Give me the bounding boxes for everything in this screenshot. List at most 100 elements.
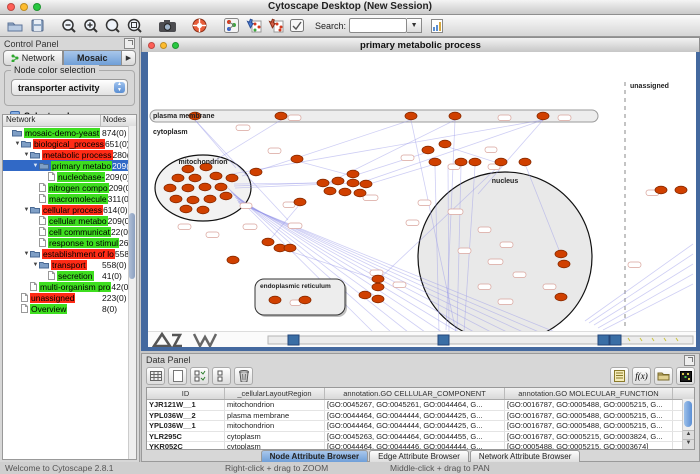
zoom-out-icon[interactable]: [59, 17, 79, 35]
network-node[interactable]: [227, 256, 239, 264]
tree-row[interactable]: ▼metabolic process280(0): [3, 149, 136, 160]
search-input[interactable]: [349, 18, 407, 33]
checklist-icon[interactable]: [190, 367, 209, 385]
network-node[interactable]: [537, 112, 549, 120]
save-icon[interactable]: [27, 17, 47, 35]
tree-row[interactable]: macromolecule311(0): [3, 193, 136, 204]
tree-row[interactable]: ▼establishment of lo558(0): [3, 248, 136, 259]
tree-scrollbar-thumb[interactable]: [129, 213, 135, 280]
annotation-icon[interactable]: [287, 17, 307, 35]
tree-row[interactable]: secretion41(0): [3, 270, 136, 281]
tree-row[interactable]: ▼cellular process614(0): [3, 204, 136, 215]
tree-col-network[interactable]: Network: [3, 115, 101, 126]
tree-row[interactable]: ▼primary metabo209(...: [3, 160, 136, 171]
layout-blue-icon[interactable]: [243, 17, 263, 35]
zoom-fit-icon[interactable]: [103, 17, 123, 35]
network-node[interactable]: [284, 244, 296, 252]
network-node[interactable]: [558, 260, 570, 268]
tree-row[interactable]: nitrogen compo209(0): [3, 182, 136, 193]
network-node[interactable]: [189, 174, 201, 182]
network-edge[interactable]: [598, 274, 693, 328]
float-panel-icon[interactable]: [684, 355, 695, 366]
network-node[interactable]: [339, 188, 351, 196]
tree-scrollbar[interactable]: [128, 126, 136, 459]
table-column-header[interactable]: _cellularLayoutRegion: [225, 388, 325, 399]
grid-icon[interactable]: [146, 367, 165, 385]
open-folder-icon[interactable]: [654, 367, 673, 385]
search-dropdown-arrow[interactable]: ▼: [407, 18, 422, 33]
expander-icon[interactable]: ▼: [23, 207, 30, 213]
tree-row[interactable]: mosaic-demo-yeast874(0): [3, 127, 136, 138]
network-node[interactable]: [347, 170, 359, 178]
network-node[interactable]: [429, 158, 441, 166]
network-node[interactable]: [204, 195, 216, 203]
tree-row[interactable]: ▼biological_process651(0): [3, 138, 136, 149]
tree-row[interactable]: unassigned223(0): [3, 292, 136, 303]
network-node[interactable]: [187, 196, 199, 204]
table-row[interactable]: YPL036W__1mitochondrion[GO:0044464, GO:0…: [147, 421, 694, 432]
network-node[interactable]: [332, 177, 344, 185]
table-row[interactable]: YLR295Ccytoplasm[GO:0045263, GO:0044464,…: [147, 432, 694, 443]
network-node[interactable]: [220, 192, 232, 200]
network-node[interactable]: [294, 198, 306, 206]
network-graph[interactable]: plasma membranecytoplasmmitochondrionnuc…: [148, 52, 696, 336]
network-node[interactable]: [182, 165, 194, 173]
network-node[interactable]: [226, 174, 238, 182]
network-node[interactable]: [675, 186, 687, 194]
scroll-down-arrow[interactable]: ▼: [683, 439, 694, 449]
network-node[interactable]: [199, 183, 211, 191]
network-node[interactable]: [372, 283, 384, 291]
table-row[interactable]: YJR121W__1mitochondrion[GO:0045267, GO:0…: [147, 400, 694, 411]
table-row[interactable]: YKR052Ccytoplasm[GO:0044464, GO:0044446,…: [147, 442, 694, 450]
network-node[interactable]: [210, 172, 222, 180]
network-node[interactable]: [372, 275, 384, 283]
network-node[interactable]: [360, 180, 372, 188]
formula-icon[interactable]: f(x): [632, 367, 651, 385]
network-node[interactable]: [250, 168, 262, 176]
network-node[interactable]: [555, 250, 567, 258]
expander-icon[interactable]: ▼: [23, 152, 30, 158]
attribute-page-icon[interactable]: [427, 17, 447, 35]
network-edge[interactable]: [366, 164, 435, 185]
network-node[interactable]: [347, 179, 359, 187]
plasma-membrane-region[interactable]: [150, 110, 598, 122]
node-color-dropdown[interactable]: transporter activity ▲▼: [11, 79, 128, 96]
snapshot-icon[interactable]: [157, 17, 177, 35]
zoom-in-icon[interactable]: [81, 17, 101, 35]
network-edge[interactable]: [297, 161, 353, 176]
vizmapper-icon[interactable]: [221, 17, 241, 35]
trash-icon[interactable]: [234, 367, 253, 385]
network-node[interactable]: [405, 112, 417, 120]
network-node[interactable]: [495, 158, 507, 166]
network-node[interactable]: [469, 158, 481, 166]
network-edge[interactable]: [326, 120, 455, 184]
tree-row[interactable]: cell communicat22(0): [3, 226, 136, 237]
network-node[interactable]: [182, 184, 194, 192]
float-panel-icon[interactable]: [124, 38, 135, 49]
network-node[interactable]: [275, 112, 287, 120]
network-node[interactable]: [422, 146, 434, 154]
tree-row[interactable]: Overview8(0): [3, 303, 136, 314]
table-column-header[interactable]: ID: [147, 388, 225, 399]
network-node[interactable]: [180, 205, 192, 213]
network-node[interactable]: [324, 187, 336, 195]
tab-overflow-arrow[interactable]: ▶: [122, 50, 136, 66]
network-window-titlebar[interactable]: primary metabolic process: [141, 37, 700, 52]
tree-col-nodes[interactable]: Nodes: [101, 115, 136, 126]
notepad-icon[interactable]: [610, 367, 629, 385]
table-row[interactable]: YPL036W__2plasma membrane[GO:0044464, GO…: [147, 411, 694, 422]
network-node[interactable]: [449, 112, 461, 120]
list-icon[interactable]: [212, 367, 231, 385]
network-node[interactable]: [519, 158, 531, 166]
expander-icon[interactable]: ▼: [23, 251, 30, 257]
network-canvas[interactable]: plasma membranecytoplasmmitochondrionnuc…: [141, 52, 700, 351]
network-node[interactable]: [372, 295, 384, 303]
tab-mosaic[interactable]: Mosaic: [63, 50, 123, 66]
network-node[interactable]: [197, 206, 209, 214]
table-scrollbar[interactable]: ▲ ▼: [682, 399, 694, 449]
expander-icon[interactable]: ▼: [32, 163, 39, 169]
network-node[interactable]: [555, 293, 567, 301]
network-edge[interactable]: [280, 248, 378, 280]
network-node[interactable]: [164, 184, 176, 192]
layout-red-icon[interactable]: [265, 17, 285, 35]
